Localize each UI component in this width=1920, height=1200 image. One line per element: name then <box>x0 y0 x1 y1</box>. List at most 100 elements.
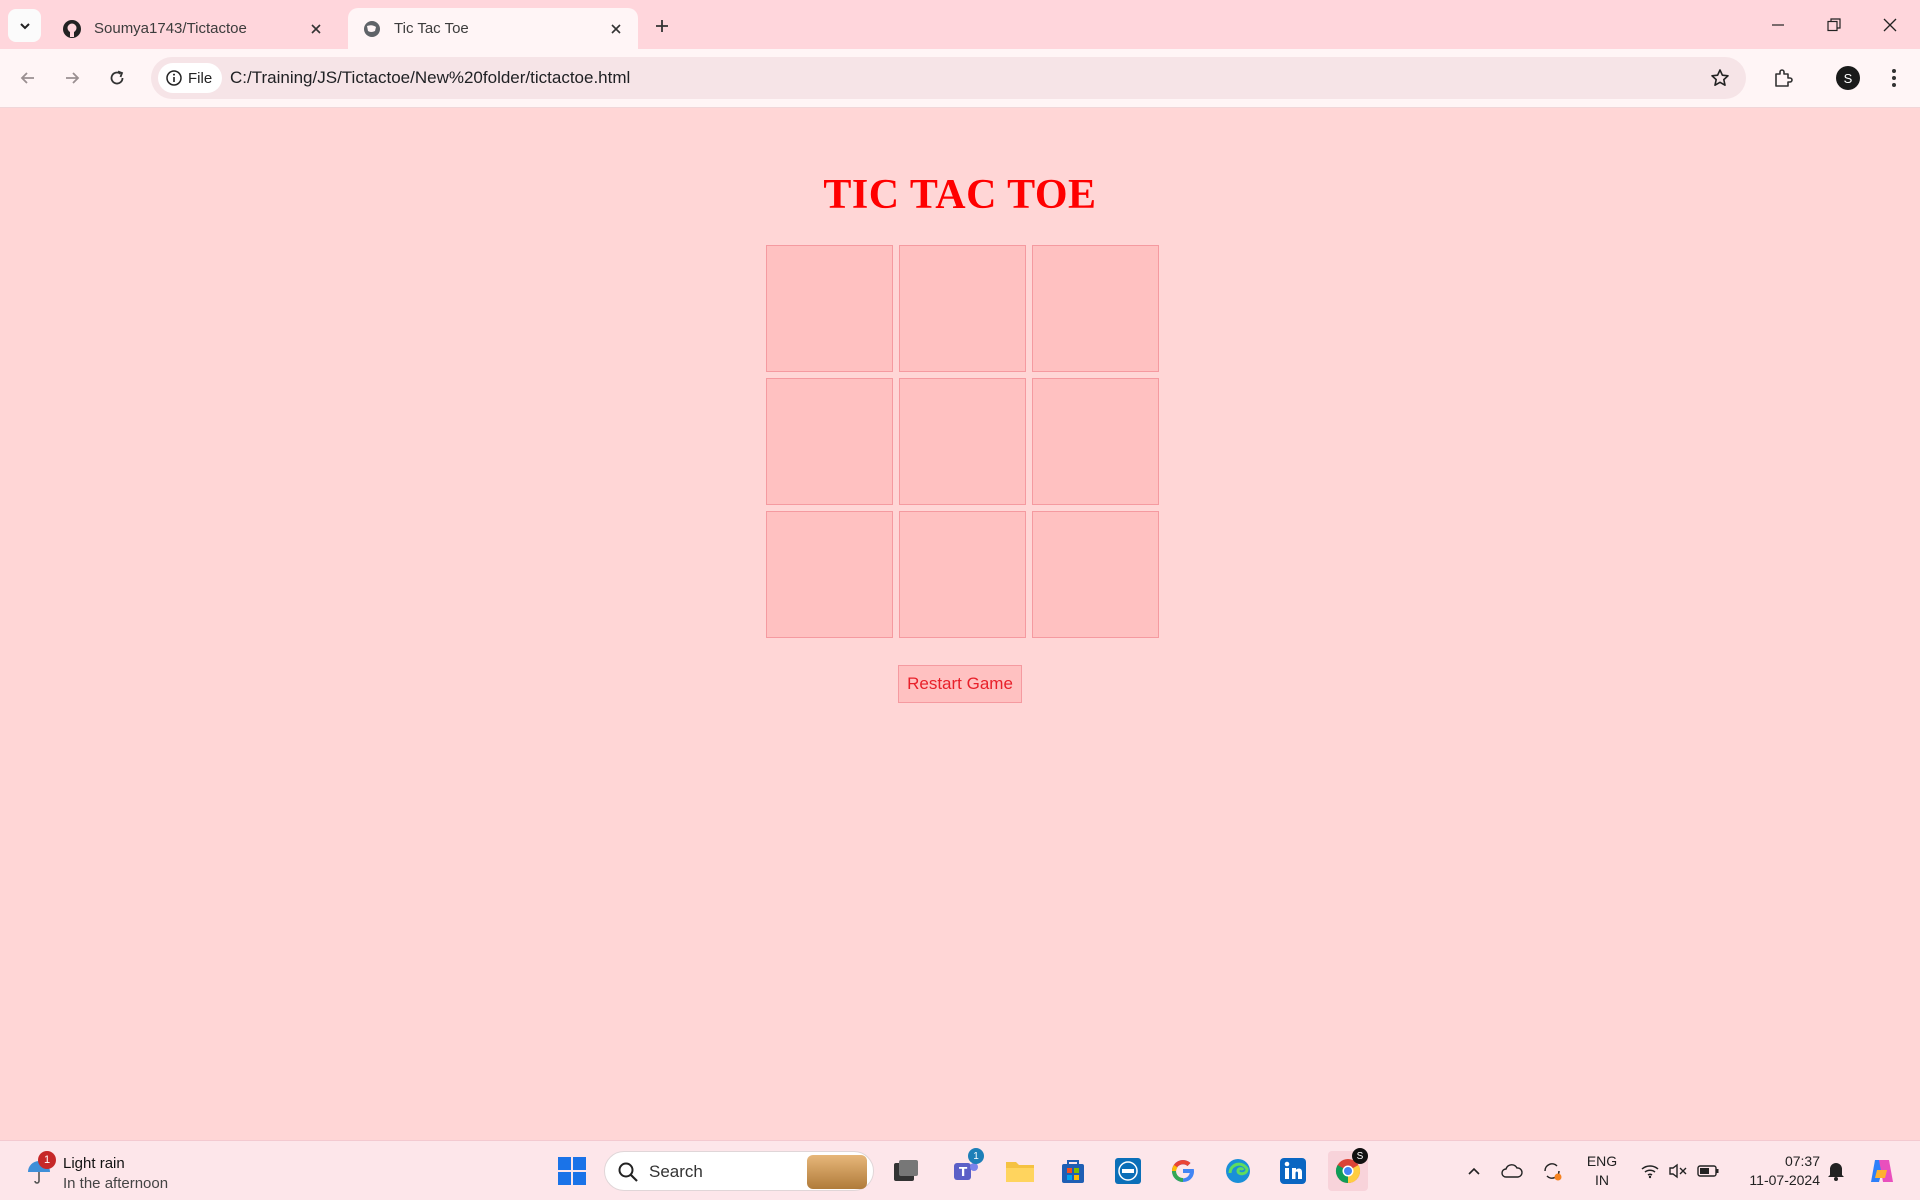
chrome-profile-badge: S <box>1352 1148 1368 1164</box>
board-cell-6[interactable] <box>1032 378 1159 505</box>
arrow-right-icon <box>66 72 80 84</box>
board-cell-8[interactable] <box>899 511 1026 638</box>
weather-widget[interactable]: 1 Light rain In the afternoon <box>22 1149 192 1193</box>
cloud-icon <box>1501 1164 1523 1178</box>
teams-notification-badge: 1 <box>968 1148 984 1164</box>
edge-button[interactable] <box>1218 1151 1258 1191</box>
search-icon <box>618 1162 638 1182</box>
show-hidden-icons-button[interactable] <box>1460 1151 1488 1191</box>
game-board <box>766 245 1159 638</box>
dell-icon <box>1115 1158 1141 1184</box>
minimize-icon <box>1772 23 1784 26</box>
region-code: IN <box>1595 1172 1609 1188</box>
language-code: ENG <box>1586 1153 1618 1169</box>
board-cell-4[interactable] <box>766 378 893 505</box>
linkedin-icon <box>1280 1158 1306 1184</box>
chrome-button[interactable]: S <box>1328 1148 1368 1191</box>
clock-time: 07:37 <box>1784 1153 1820 1169</box>
search-placeholder: Search <box>649 1162 703 1181</box>
tab-strip: Soumya1743/Tictactoe Tic Tac Toe <box>0 0 1920 49</box>
close-tab-icon[interactable] <box>602 15 630 43</box>
file-explorer-button[interactable] <box>1000 1151 1040 1191</box>
info-icon <box>166 70 182 86</box>
close-window-button[interactable] <box>1862 0 1918 49</box>
search-highlight-image <box>807 1155 867 1189</box>
task-view-button[interactable] <box>886 1151 926 1191</box>
battery-icon <box>1697 1165 1719 1177</box>
new-tab-button[interactable] <box>648 12 676 40</box>
tab-title: Tic Tac Toe <box>394 20 469 37</box>
browser-toolbar: File C:/Training/JS/Tictactoe/New%20fold… <box>0 49 1920 108</box>
wifi-icon <box>1641 1165 1659 1179</box>
restart-game-button[interactable]: Restart Game <box>898 665 1022 703</box>
start-button[interactable] <box>552 1151 592 1191</box>
chevron-up-icon <box>1468 1167 1480 1175</box>
volume-muted-icon <box>1669 1163 1687 1179</box>
close-tab-icon[interactable] <box>302 15 330 43</box>
sync-button[interactable] <box>1538 1151 1566 1191</box>
windows-start-icon <box>558 1157 586 1185</box>
bookmark-button[interactable] <box>1708 66 1732 90</box>
microsoft-store-button[interactable] <box>1053 1151 1093 1191</box>
linkedin-button[interactable] <box>1273 1151 1313 1191</box>
game-title: TIC TAC TOE <box>823 172 1097 218</box>
arrow-left-icon <box>20 72 34 84</box>
board-cell-7[interactable] <box>766 511 893 638</box>
board-cell-2[interactable] <box>899 245 1026 372</box>
globe-icon <box>362 19 382 39</box>
forward-button[interactable] <box>56 62 88 94</box>
browser-menu-button[interactable] <box>1878 62 1910 94</box>
notifications-button[interactable] <box>1822 1151 1850 1191</box>
back-button[interactable] <box>12 62 44 94</box>
svg-text:T: T <box>959 1165 968 1179</box>
page-viewport: TIC TAC TOE Restart Game <box>0 108 1920 1140</box>
google-icon <box>1171 1160 1194 1183</box>
task-view-icon <box>894 1160 918 1181</box>
restore-button[interactable] <box>1806 0 1862 49</box>
input-language-indicator[interactable]: ENG IN <box>1580 1152 1624 1190</box>
board-cell-9[interactable] <box>1032 511 1159 638</box>
chevron-down-icon <box>19 22 30 29</box>
taskbar-search[interactable]: Search <box>604 1151 874 1191</box>
tab-search-button[interactable] <box>8 9 41 42</box>
weather-subtitle: In the afternoon <box>63 1175 169 1192</box>
tab-tictactoe[interactable]: Tic Tac Toe <box>348 8 638 49</box>
volume-button[interactable] <box>1664 1151 1692 1191</box>
tab-title: Soumya1743/Tictactoe <box>94 20 247 37</box>
folder-icon <box>1006 1162 1034 1182</box>
board-cell-3[interactable] <box>1032 245 1159 372</box>
clock-date: 11-07-2024 <box>1749 1172 1820 1188</box>
teams-button[interactable]: T 1 <box>946 1148 986 1191</box>
minimize-button[interactable] <box>1750 0 1806 49</box>
reload-button[interactable] <box>101 62 133 94</box>
store-icon <box>1062 1160 1084 1183</box>
edge-icon <box>1226 1159 1250 1183</box>
board-cell-5[interactable] <box>899 378 1026 505</box>
url-text[interactable]: C:/Training/JS/Tictactoe/New%20folder/ti… <box>230 68 630 88</box>
puzzle-icon <box>1775 69 1793 87</box>
system-clock[interactable]: 07:37 11-07-2024 <box>1730 1152 1820 1190</box>
github-icon <box>62 19 82 39</box>
site-info-chip[interactable]: File <box>158 63 223 93</box>
onedrive-button[interactable] <box>1498 1151 1526 1191</box>
extensions-button[interactable] <box>1767 62 1799 94</box>
weather-alert-badge: 1 <box>38 1151 56 1169</box>
wifi-button[interactable] <box>1636 1151 1664 1191</box>
reload-icon <box>110 70 124 85</box>
star-icon <box>1711 69 1729 86</box>
more-vertical-icon <box>1892 69 1896 87</box>
plus-icon <box>656 20 668 32</box>
profile-avatar[interactable]: S <box>1836 66 1860 90</box>
site-chip-label: File <box>188 69 213 87</box>
board-cell-1[interactable] <box>766 245 893 372</box>
tab-github[interactable]: Soumya1743/Tictactoe <box>48 8 338 49</box>
copilot-button[interactable] <box>1864 1151 1900 1191</box>
google-app-button[interactable] <box>1163 1151 1203 1191</box>
weather-title: Light rain <box>63 1155 125 1172</box>
battery-button[interactable] <box>1694 1151 1722 1191</box>
dell-app-button[interactable] <box>1108 1151 1148 1191</box>
bell-icon <box>1828 1163 1844 1181</box>
copilot-icon <box>1871 1160 1893 1182</box>
address-bar[interactable]: File C:/Training/JS/Tictactoe/New%20fold… <box>151 57 1746 99</box>
restore-icon <box>1827 17 1841 31</box>
